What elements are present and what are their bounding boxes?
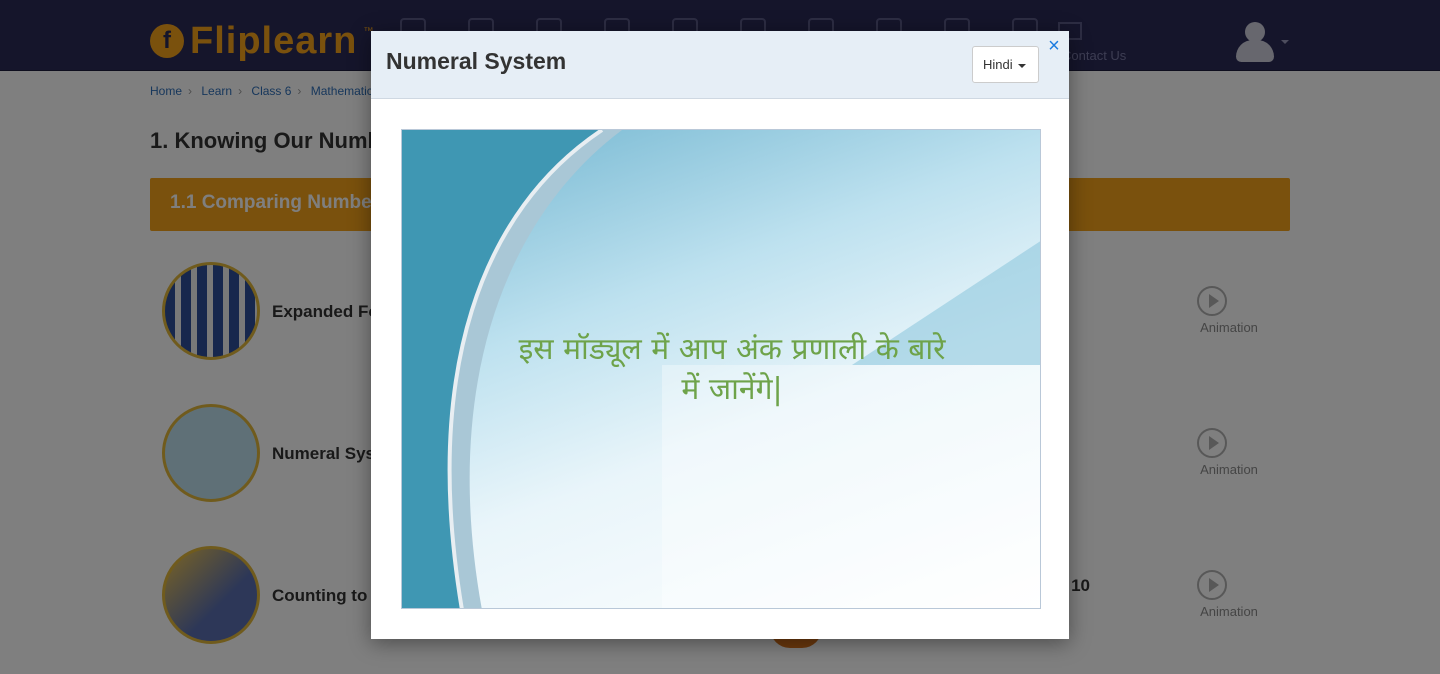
language-dropdown[interactable]: Hindi bbox=[972, 46, 1039, 83]
video-modal: Numeral System Hindi × इस मॉड्यूल में आप… bbox=[371, 31, 1069, 639]
video-player[interactable]: इस मॉड्यूल में आप अंक प्रणाली के बारे मे… bbox=[401, 129, 1041, 609]
modal-header: Numeral System Hindi × bbox=[371, 31, 1069, 99]
modal-title: Numeral System bbox=[386, 48, 567, 74]
chevron-down-icon bbox=[1017, 63, 1026, 68]
video-caption-line1: इस मॉड्यूल में आप अंक प्रणाली के बारे bbox=[518, 332, 946, 367]
video-caption: इस मॉड्यूल में आप अंक प्रणाली के बारे मे… bbox=[472, 330, 992, 410]
video-caption-line2: में जानेंगे| bbox=[681, 372, 783, 407]
close-icon[interactable]: × bbox=[1044, 36, 1064, 56]
language-selected: Hindi bbox=[983, 57, 1013, 72]
